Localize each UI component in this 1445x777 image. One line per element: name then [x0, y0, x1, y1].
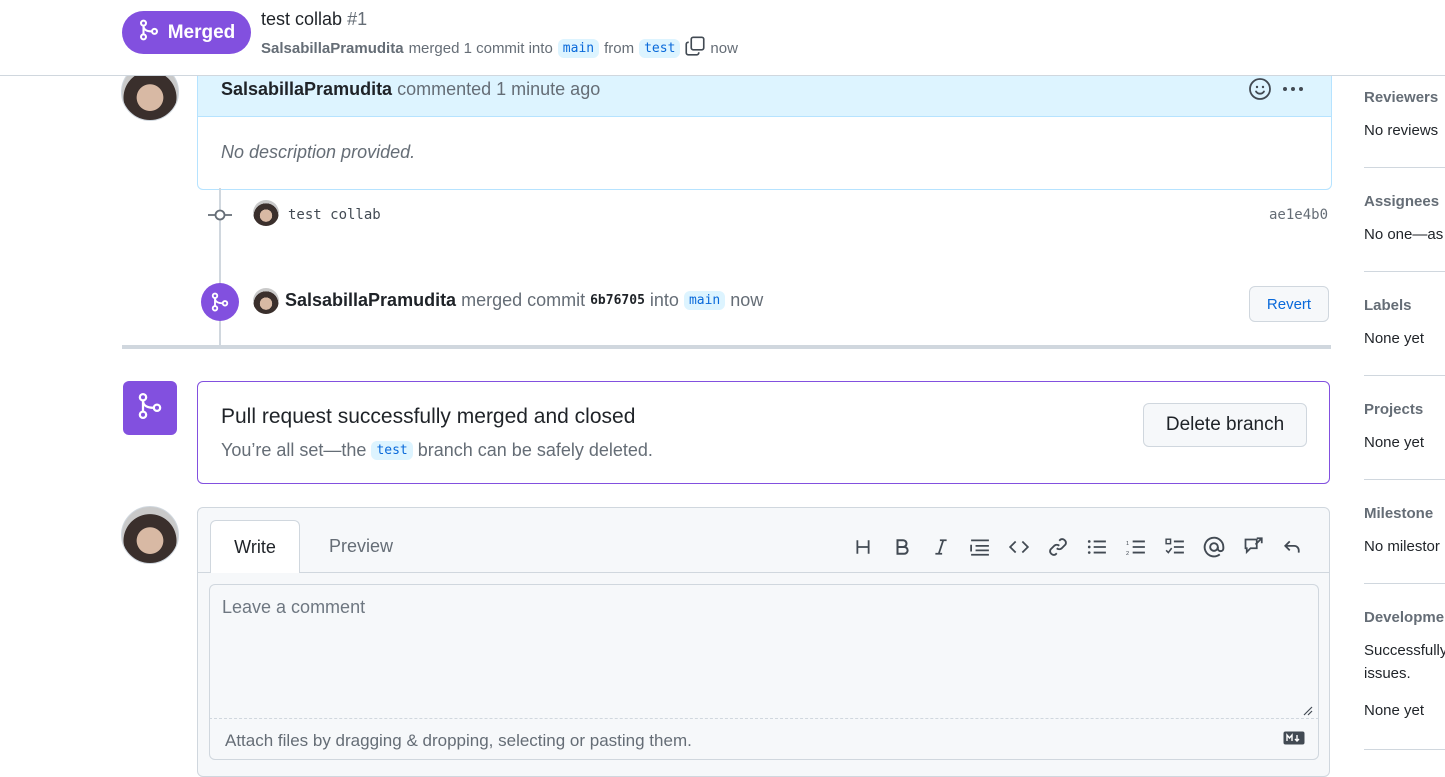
comment-box: SalsabillaPramudita commented 1 minute a… [197, 60, 1332, 190]
sidebar-reviewers[interactable]: Reviewers No reviews [1364, 89, 1445, 139]
merge-box-subtitle: You’re all set—the test branch can be sa… [221, 440, 653, 461]
kebab-menu-icon[interactable] [1280, 77, 1306, 106]
delete-branch-button[interactable]: Delete branch [1143, 403, 1307, 447]
sidebar-title: Developme [1364, 609, 1445, 626]
tab-write[interactable]: Write [210, 520, 300, 573]
pr-from-text: from [604, 39, 635, 57]
head-branch-pill[interactable]: test [639, 38, 681, 58]
merge-box-title: Pull request successfully merged and clo… [221, 405, 636, 428]
commit-sha[interactable]: ae1e4b0 [1269, 207, 1328, 223]
svg-text:1: 1 [1126, 540, 1129, 546]
pr-merged-text: merged 1 commit into [408, 39, 553, 57]
commit-message[interactable]: test collab [288, 207, 381, 223]
sidebar-title: Milestone [1364, 505, 1434, 522]
sidebar-title: Reviewers [1364, 89, 1439, 106]
quote-icon[interactable] [965, 532, 994, 561]
pr-meta: SalsabillaPramudita merged 1 commit into… [261, 36, 738, 60]
revert-button[interactable]: Revert [1249, 286, 1329, 322]
merged-status-label: Merged [167, 21, 236, 43]
markdown-toolbar: 12 [848, 532, 1306, 561]
reply-icon[interactable] [1277, 532, 1306, 561]
sidebar-value: No one—as [1364, 226, 1444, 243]
pr-title-text: test collab [261, 9, 343, 29]
cross-reference-icon[interactable] [1238, 532, 1267, 561]
merge-box-icon [123, 381, 177, 435]
sidebar-development[interactable]: Developme Successfully issues. None yet [1364, 609, 1445, 719]
merge-box-sub-prefix: You’re all set—the [221, 440, 367, 460]
commit-author-avatar[interactable] [253, 200, 279, 226]
sidebar-value: None yet [1364, 702, 1425, 719]
code-icon[interactable] [1004, 532, 1033, 561]
tab-preview[interactable]: Preview [316, 520, 406, 573]
merge-author-avatar[interactable] [253, 288, 279, 314]
merge-commit-sha[interactable]: 6b76705 [590, 293, 645, 308]
sidebar-divider [1364, 479, 1445, 480]
attach-files-text: Attach files by dragging & dropping, sel… [225, 731, 692, 750]
timeline-divider [122, 345, 1331, 349]
sidebar-projects[interactable]: Projects None yet [1364, 401, 1445, 451]
sidebar-divider [1364, 271, 1445, 272]
smiley-icon[interactable] [1248, 77, 1272, 106]
attach-files-bar[interactable]: Attach files by dragging & dropping, sel… [209, 718, 1319, 760]
merge-author-link[interactable]: SalsabillaPramudita [285, 290, 456, 311]
merge-status-box: Pull request successfully merged and clo… [197, 381, 1330, 484]
comment-editor: Write Preview 12 Attach files by draggin… [197, 507, 1330, 777]
sidebar-assignees[interactable]: Assignees No one—as [1364, 193, 1445, 243]
merge-action: merged commit [461, 290, 586, 310]
mention-icon[interactable] [1199, 532, 1228, 561]
heading-icon[interactable] [848, 532, 877, 561]
italic-icon[interactable] [926, 532, 955, 561]
comment-header-text: SalsabillaPramudita commented 1 minute a… [221, 79, 600, 100]
sidebar-divider [1364, 749, 1445, 750]
sidebar-value: None yet [1364, 434, 1425, 451]
sidebar-value: Successfully [1364, 642, 1445, 659]
sidebar-divider [1364, 583, 1445, 584]
unordered-list-icon[interactable] [1082, 532, 1111, 561]
link-icon[interactable] [1043, 532, 1072, 561]
sticky-header: Merged test collab #1 SalsabillaPramudit… [0, 0, 1445, 76]
bold-icon[interactable] [887, 532, 916, 561]
task-list-icon[interactable] [1160, 532, 1189, 561]
svg-text:2: 2 [1126, 550, 1129, 555]
comment-input[interactable] [209, 584, 1319, 718]
sidebar-labels[interactable]: Labels None yet [1364, 297, 1445, 347]
sidebar-title: Labels [1364, 297, 1412, 314]
sidebar-value: No reviews [1364, 122, 1439, 139]
merged-status-badge: Merged [122, 11, 251, 54]
git-merge-icon [138, 19, 160, 47]
base-branch-pill[interactable]: main [557, 38, 600, 58]
sidebar-value: None yet [1364, 330, 1425, 347]
merge-time[interactable]: now [730, 290, 763, 311]
merge-event-text: SalsabillaPramudita merged commit 6b7670… [285, 290, 763, 311]
comment-author-link[interactable]: SalsabillaPramudita [221, 79, 392, 99]
markdown-icon[interactable] [1283, 731, 1305, 750]
current-user-avatar[interactable] [121, 506, 179, 564]
sidebar-divider [1364, 375, 1445, 376]
copy-icon[interactable] [685, 36, 705, 60]
comment-body: No description provided. [221, 142, 416, 162]
git-commit-icon [208, 206, 232, 229]
pr-time: now [710, 39, 738, 57]
pr-author-link[interactable]: SalsabillaPramudita [261, 40, 404, 57]
merge-into: into [649, 290, 679, 310]
sidebar-milestone[interactable]: Milestone No milestor [1364, 505, 1445, 555]
sidebar-divider [1364, 167, 1445, 168]
pr-title: test collab #1 [261, 9, 367, 30]
merge-box-branch-pill[interactable]: test [371, 441, 413, 460]
git-merge-icon [201, 283, 239, 321]
git-merge-icon [136, 392, 164, 425]
merge-box-sub-suffix: branch can be safely deleted. [417, 440, 653, 460]
sidebar-value: No milestor [1364, 538, 1440, 555]
pr-number: #1 [347, 9, 368, 29]
merge-branch-pill[interactable]: main [683, 291, 726, 310]
ordered-list-icon[interactable]: 12 [1121, 532, 1150, 561]
comment-action[interactable]: commented 1 minute ago [397, 79, 600, 99]
sidebar-title: Projects [1364, 401, 1424, 418]
sidebar-value: issues. [1364, 665, 1411, 682]
sidebar-title: Assignees [1364, 193, 1440, 210]
